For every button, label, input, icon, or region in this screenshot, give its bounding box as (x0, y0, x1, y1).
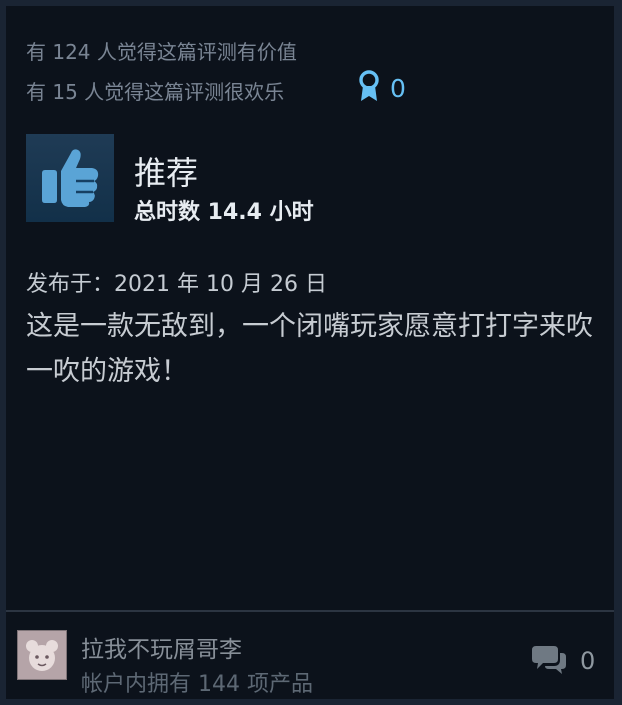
helpful-count-text: 有 124 人觉得这篇评测有价值 (26, 40, 297, 64)
comment-bubbles-icon (532, 644, 566, 678)
avatar[interactable] (17, 630, 67, 680)
author-name[interactable]: 拉我不玩屑哥李 (81, 630, 242, 664)
comment-count: 0 (580, 647, 596, 675)
review-card: 有 124 人觉得这篇评测有价值 有 15 人觉得这篇评测很欢乐 0 推荐 总时… (6, 6, 614, 699)
award-count: 0 (390, 73, 406, 103)
author-products-owned[interactable]: 帐户内拥有 144 项产品 (81, 666, 313, 698)
comment-button[interactable]: 0 (532, 644, 595, 678)
funny-count-text: 有 15 人觉得这篇评测很欢乐 (26, 80, 285, 104)
thumbs-up-icon (34, 140, 106, 216)
award-ribbon-icon (358, 69, 380, 107)
review-body: 这是一款无敌到，一个闭嘴玩家愿意打打字来吹一吹的游戏！ (26, 311, 593, 387)
recommend-thumb-box[interactable] (26, 134, 114, 222)
posted-date: 发布于：2021 年 10 月 26 日 (26, 272, 327, 297)
award-button[interactable]: 0 (358, 69, 406, 107)
footer-divider (6, 610, 614, 612)
recommendation-title: 推荐 (134, 154, 199, 192)
hours-played: 总时数 14.4 小时 (134, 200, 314, 225)
